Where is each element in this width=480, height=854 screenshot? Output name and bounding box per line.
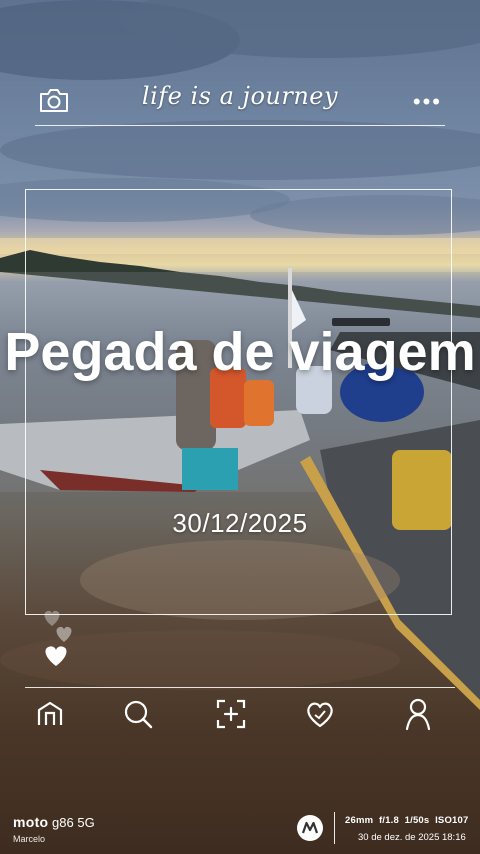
nav-search[interactable] [120, 694, 156, 734]
watermark-divider [334, 812, 335, 844]
more-dots-icon[interactable]: ••• [413, 91, 442, 113]
profile-icon [405, 698, 431, 731]
nav-add[interactable] [213, 694, 249, 734]
bottom-divider [25, 687, 455, 688]
camera-specs: 26mm f/1.8 1/50s ISO107 [345, 815, 469, 826]
top-divider [35, 125, 445, 126]
photo-background: life is a journey ••• Pegada de viagem 3… [0, 0, 480, 854]
brand-name: moto [13, 814, 49, 830]
brand-label: moto g86 5G [13, 814, 95, 830]
photo-frame [25, 189, 452, 615]
capture-datetime: 30 de dez. de 2025 18:16 [358, 832, 466, 843]
nav-favorites[interactable] [302, 694, 338, 734]
owner-name: Marcelo [13, 834, 46, 844]
motorola-logo-icon [297, 815, 323, 841]
home-icon [37, 701, 63, 725]
search-icon [124, 700, 153, 729]
model-name: g86 5G [52, 815, 95, 830]
add-photo-icon [216, 699, 246, 729]
nav-profile[interactable] [400, 694, 436, 734]
card-title: Pegada de viagem [4, 322, 476, 382]
nav-home[interactable] [32, 694, 68, 734]
camera-watermark: moto g86 5G Marcelo 26mm f/1.8 1/50s ISO… [0, 800, 480, 854]
top-bar: life is a journey ••• [0, 0, 480, 126]
heart-icon [307, 702, 333, 728]
bottom-nav [0, 694, 480, 738]
tagline: life is a journey [141, 82, 339, 110]
heart-stack-icon[interactable] [38, 608, 82, 668]
card-date: 30/12/2025 [172, 508, 308, 538]
